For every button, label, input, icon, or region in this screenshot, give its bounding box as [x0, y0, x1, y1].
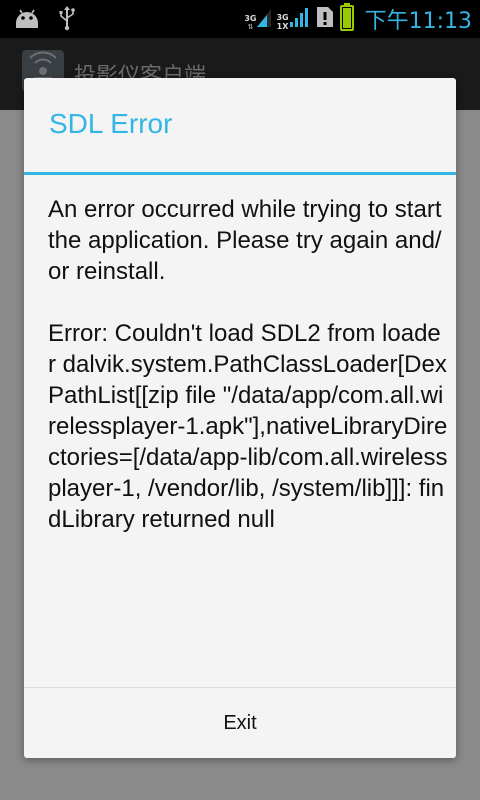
screen: 3G ⇅ 3G 1X 下午11:13 投影仪客户端 SDL Error An e… — [0, 0, 480, 800]
signal-group-2: 3G 1X — [276, 7, 309, 31]
system-icons: 3G ⇅ 3G 1X 下午11:13 — [244, 2, 472, 36]
android-notification-icon — [12, 5, 42, 35]
network-type-label-bottom: 1X — [276, 22, 289, 31]
sim-alert-icon — [315, 5, 335, 33]
battery-icon — [339, 3, 354, 35]
dialog-title: SDL Error — [49, 108, 173, 139]
signal-group-1: 3G ⇅ — [244, 7, 272, 31]
dialog-title-divider — [24, 172, 456, 175]
status-bar: 3G ⇅ 3G 1X 下午11:13 — [0, 0, 480, 38]
dialog-message: An error occurred while trying to start … — [48, 196, 448, 533]
data-activity-icon: ⇅ — [247, 23, 254, 31]
notification-icons — [12, 5, 76, 35]
clock: 下午11:13 — [364, 9, 472, 34]
network-type-label-top: 3G — [276, 13, 289, 22]
error-dialog: SDL Error An error occurred while trying… — [24, 78, 456, 758]
usb-icon — [58, 5, 76, 35]
signal-icon — [289, 7, 310, 31]
network-type-label: 3G — [244, 14, 257, 23]
exit-button[interactable]: Exit — [24, 688, 456, 758]
signal-icon — [257, 7, 272, 31]
